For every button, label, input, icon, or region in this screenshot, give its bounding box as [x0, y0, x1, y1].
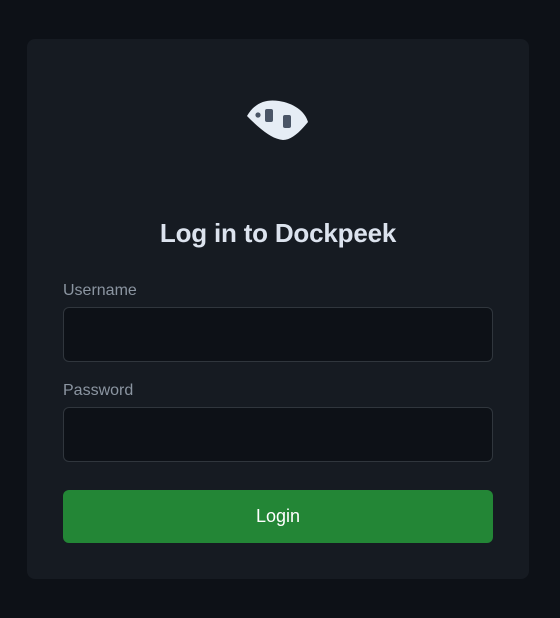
- login-button[interactable]: Login: [63, 490, 493, 543]
- page-title: Log in to Dockpeek: [159, 218, 397, 248]
- username-input[interactable]: [63, 307, 493, 362]
- username-label: Username: [63, 282, 137, 299]
- dockpeek-logo-icon: [245, 98, 311, 142]
- password-input[interactable]: [63, 407, 493, 462]
- password-label: Password: [63, 382, 134, 399]
